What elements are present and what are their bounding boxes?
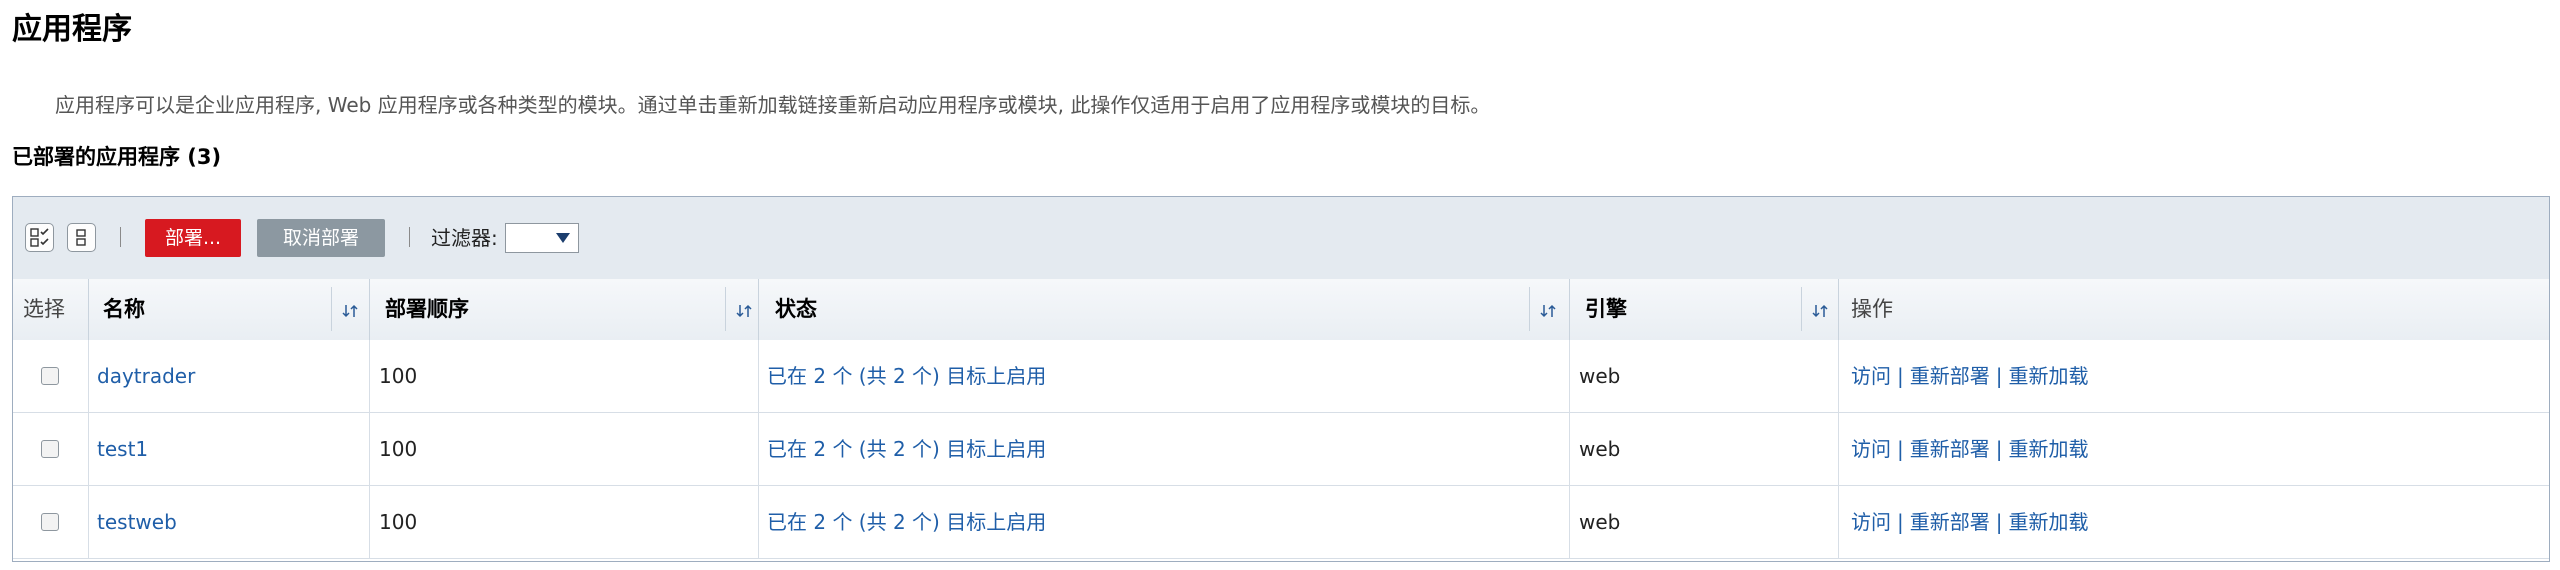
column-divider (1838, 413, 1839, 485)
applications-page: 应用程序 应用程序可以是企业应用程序, Web 应用程序或各种类型的模块。通过单… (0, 0, 2560, 570)
column-divider (758, 279, 759, 340)
action-separator: | (1995, 510, 2003, 534)
action-separator: | (1897, 437, 1904, 461)
engine-value: web (1579, 510, 1621, 534)
action-separator: | (1995, 437, 2003, 461)
header-sort-divider (725, 287, 726, 331)
column-divider (88, 486, 89, 558)
column-divider (369, 486, 370, 558)
column-divider (1838, 486, 1839, 558)
table-header-row: 选择 名称 部署顺序 状态 引擎 操作 (13, 279, 2549, 341)
row-checkbox[interactable] (41, 440, 59, 458)
app-name-link[interactable]: daytrader (97, 340, 195, 412)
reload-link[interactable]: 重新加载 (2009, 437, 2089, 461)
header-sort-divider (1529, 287, 1530, 331)
row-actions: 访问 | 重新部署 | 重新加载 (1851, 413, 2089, 485)
deploy-order-value: 100 (379, 510, 418, 534)
column-divider (88, 279, 89, 340)
row-checkbox[interactable] (41, 367, 59, 385)
deselect-all-icon[interactable] (67, 223, 96, 252)
visit-link[interactable]: 访问 (1851, 510, 1891, 534)
column-divider (758, 340, 759, 412)
select-all-icon[interactable] (25, 223, 54, 252)
header-name[interactable]: 名称 (103, 279, 145, 340)
column-divider (369, 340, 370, 412)
engine-value: web (1579, 437, 1621, 461)
action-separator: | (1897, 364, 1904, 388)
header-actions: 操作 (1851, 297, 1893, 321)
deployed-applications-table: 部署... 取消部署 过滤器: 选择 名称 部署顺序 状态 引擎 操作 dayt… (12, 196, 2550, 562)
redeploy-link[interactable]: 重新部署 (1910, 437, 1990, 461)
reload-link[interactable]: 重新加载 (2009, 364, 2089, 388)
visit-link[interactable]: 访问 (1851, 364, 1891, 388)
column-divider (1569, 413, 1570, 485)
deploy-order-value: 100 (379, 364, 418, 388)
deploy-button[interactable]: 部署... (145, 219, 241, 257)
column-divider (758, 486, 759, 558)
table-row: daytrader 100 已在 2 个 (共 2 个) 目标上启用 web 访… (13, 340, 2549, 413)
app-name-link[interactable]: testweb (97, 486, 177, 558)
table-row: testweb 100 已在 2 个 (共 2 个) 目标上启用 web 访问 |… (13, 486, 2549, 559)
action-separator: | (1995, 364, 2003, 388)
row-actions: 访问 | 重新部署 | 重新加载 (1851, 486, 2089, 558)
sort-icon[interactable] (735, 303, 753, 319)
toolbar-divider (120, 227, 121, 247)
column-divider (1838, 279, 1839, 340)
column-divider (1569, 340, 1570, 412)
filter-select[interactable] (505, 223, 579, 253)
header-status[interactable]: 状态 (775, 279, 817, 340)
app-name-link[interactable]: test1 (97, 413, 148, 485)
column-divider (369, 279, 370, 340)
status-link[interactable]: 已在 2 个 (共 2 个) 目标上启用 (767, 340, 1046, 412)
engine-value: web (1579, 364, 1621, 388)
sort-icon[interactable] (1539, 303, 1557, 319)
status-link[interactable]: 已在 2 个 (共 2 个) 目标上启用 (767, 413, 1046, 485)
visit-link[interactable]: 访问 (1851, 437, 1891, 461)
undeploy-button[interactable]: 取消部署 (257, 219, 385, 257)
reload-link[interactable]: 重新加载 (2009, 510, 2089, 534)
column-divider (1569, 279, 1570, 340)
row-checkbox[interactable] (41, 513, 59, 531)
status-link[interactable]: 已在 2 个 (共 2 个) 目标上启用 (767, 486, 1046, 558)
header-sort-divider (1801, 287, 1802, 331)
row-actions: 访问 | 重新部署 | 重新加载 (1851, 340, 2089, 412)
column-divider (369, 413, 370, 485)
column-divider (1838, 340, 1839, 412)
column-divider (88, 413, 89, 485)
column-divider (1569, 486, 1570, 558)
column-divider (88, 340, 89, 412)
column-divider (758, 413, 759, 485)
action-separator: | (1897, 510, 1904, 534)
table-toolbar: 部署... 取消部署 过滤器: (13, 197, 2549, 280)
header-deploy-order[interactable]: 部署顺序 (385, 279, 469, 340)
page-title: 应用程序 (12, 12, 132, 47)
toolbar-divider (409, 227, 410, 247)
table-row: test1 100 已在 2 个 (共 2 个) 目标上启用 web 访问 | 重新… (13, 413, 2549, 486)
filter-label: 过滤器: (431, 226, 498, 250)
sort-icon[interactable] (341, 303, 359, 319)
header-engine[interactable]: 引擎 (1585, 279, 1627, 340)
sort-icon[interactable] (1811, 303, 1829, 319)
redeploy-link[interactable]: 重新部署 (1910, 364, 1990, 388)
redeploy-link[interactable]: 重新部署 (1910, 510, 1990, 534)
chevron-down-icon (556, 233, 570, 243)
deploy-order-value: 100 (379, 437, 418, 461)
page-description: 应用程序可以是企业应用程序, Web 应用程序或各种类型的模块。通过单击重新加载… (55, 93, 1491, 117)
section-title: 已部署的应用程序 (3) (12, 145, 222, 169)
header-select: 选择 (23, 297, 65, 321)
header-sort-divider (331, 287, 332, 331)
